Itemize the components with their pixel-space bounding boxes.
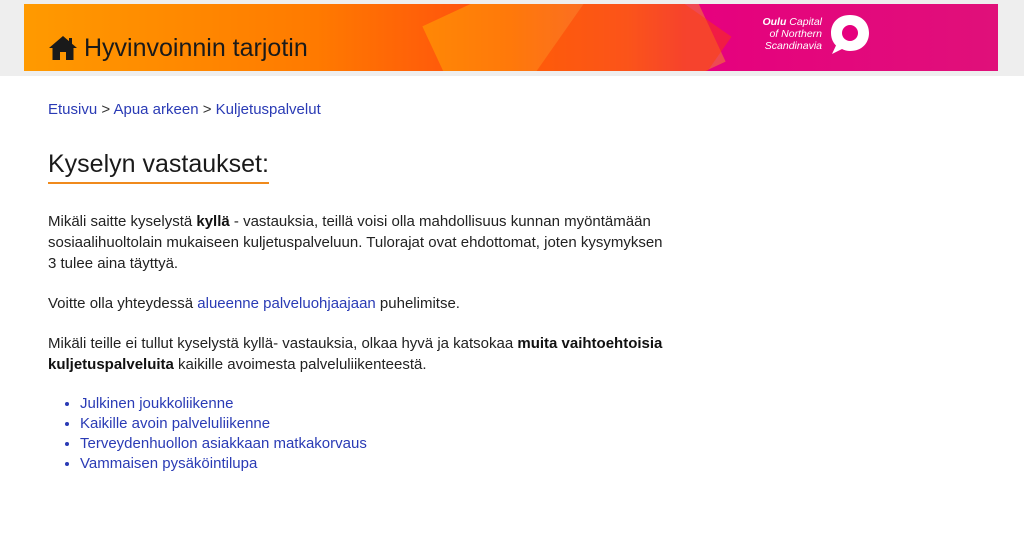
list-item: Kaikille avoin palveluliikenne — [80, 414, 668, 434]
site-title: Hyvinvoinnin tarjotin — [84, 33, 308, 62]
logo-text-line1: Capital — [786, 16, 822, 28]
oulu-logo[interactable]: Oulu Capital of Northern Scandinavia — [720, 12, 880, 56]
paragraph-text: puhelimitse. — [375, 295, 460, 312]
logo-text-line2: of Northern — [769, 28, 822, 40]
paragraph-alternatives: Mikäli teille ei tullut kyselystä kyllä-… — [48, 333, 668, 375]
paragraph-text: Voitte olla yhteydessä — [48, 295, 198, 312]
list-item: Julkinen joukkoliikenne — [80, 394, 668, 414]
alternative-services-list: Julkinen joukkoliikenne Kaikille avoin p… — [48, 394, 668, 474]
breadcrumb-item-kuljetuspalvelut[interactable]: Kuljetuspalvelut — [216, 101, 321, 118]
list-item: Vammaisen pysäköintilupa — [80, 454, 668, 474]
paragraph-eligibility: Mikäli saitte kyselystä kyllä - vastauks… — [48, 211, 668, 274]
list-item: Terveydenhuollon asiakkaan matkakorvaus — [80, 434, 668, 454]
breadcrumb-item-apua-arkeen[interactable]: Apua arkeen — [113, 101, 198, 118]
paragraph-contact: Voitte olla yhteydessä alueenne palveluo… — [48, 293, 668, 314]
breadcrumb-separator: > — [101, 101, 111, 118]
link-travel-reimbursement[interactable]: Terveydenhuollon asiakkaan matkakorvaus — [80, 435, 367, 452]
breadcrumb-separator: > — [202, 101, 212, 118]
link-open-service-traffic[interactable]: Kaikille avoin palveluliikenne — [80, 415, 270, 432]
paragraph-text: Mikäli teille ei tullut kyselystä kyllä-… — [48, 335, 518, 352]
main-content: Mikäli saitte kyselystä kyllä - vastauks… — [48, 211, 668, 474]
speech-bubble-icon — [831, 15, 869, 54]
logo-text-line3: Scandinavia — [764, 40, 822, 52]
breadcrumb: Etusivu > Apua arkeen > Kuljetuspalvelut — [48, 101, 321, 118]
link-disabled-parking-permit[interactable]: Vammaisen pysäköintilupa — [80, 455, 257, 472]
paragraph-text: kaikille avoimesta palveluliikenteestä. — [173, 356, 427, 373]
page-title: Kyselyn vastaukset: — [48, 150, 269, 184]
logo-text-bold: Oulu — [762, 16, 787, 28]
service-advisor-link[interactable]: alueenne palveluohjaajaan — [197, 295, 376, 312]
link-public-transport[interactable]: Julkinen joukkoliikenne — [80, 395, 233, 412]
emphasis-text: kyllä — [196, 213, 230, 230]
logo-text: Oulu Capital of Northern Scandinavia — [720, 16, 822, 52]
home-link[interactable]: Hyvinvoinnin tarjotin — [48, 32, 308, 64]
paragraph-text: Mikäli saitte kyselystä — [48, 213, 197, 230]
breadcrumb-item-etusivu[interactable]: Etusivu — [48, 101, 97, 118]
home-icon — [49, 36, 77, 60]
